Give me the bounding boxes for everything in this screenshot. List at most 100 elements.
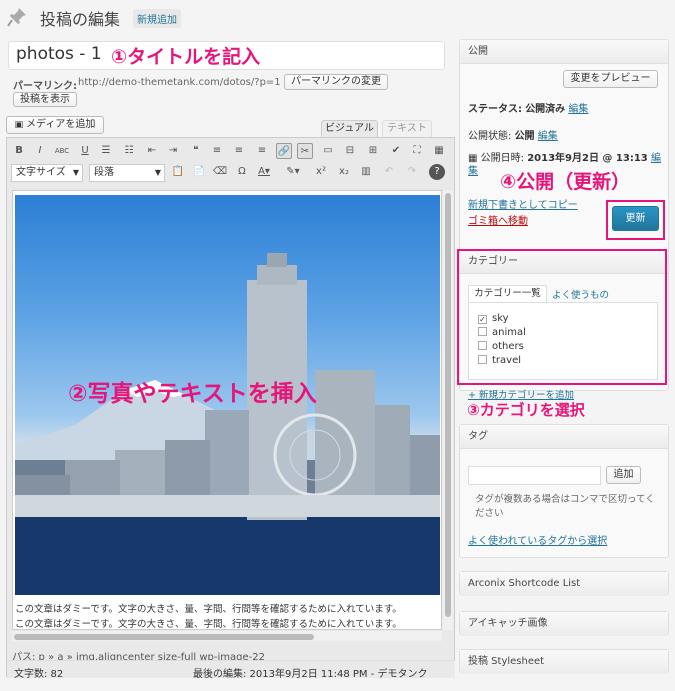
pin-icon (6, 6, 28, 28)
category-label: sky (492, 313, 509, 324)
body-line: この文章はダミーです。文字の大きさ、量、字間、行間等を確認するために入れています… (15, 619, 402, 630)
publish-heading: 公開 (460, 40, 668, 64)
checkbox-icon[interactable] (478, 327, 487, 336)
category-label: travel (492, 355, 522, 366)
fullwidth-icon[interactable]: ⊞ (365, 143, 381, 159)
align-center-icon[interactable]: ≡ (231, 143, 247, 159)
arconix-heading: Arconix Shortcode List (460, 572, 668, 596)
tab-popular-categories[interactable]: よく使うもの (552, 287, 609, 301)
stylesheet-panel[interactable]: 投稿 Stylesheet (459, 649, 669, 674)
paste-word-icon[interactable]: 📄 (191, 164, 207, 180)
category-label: others (492, 341, 524, 352)
paste-text-icon[interactable]: 📋 (170, 164, 186, 180)
numbered-list-icon[interactable]: ☷ (121, 143, 137, 159)
category-item[interactable]: travel (478, 355, 521, 366)
text-color-icon[interactable]: A▾ (256, 164, 272, 180)
fullscreen-icon[interactable]: ⛶ (409, 143, 425, 159)
media-icon: ▣ (14, 120, 27, 130)
copy-draft-link[interactable]: 新規下書きとしてコピー (468, 196, 578, 211)
featured-image-heading: アイキャッチ画像 (460, 612, 668, 636)
help-icon[interactable]: ? (429, 164, 445, 180)
tag-help-text: タグが複数ある場合はコンマで区切ってください (475, 494, 655, 519)
subscript-icon[interactable]: x₂ (336, 164, 352, 180)
permalink-url[interactable]: http://demo-themetank.com/dotos/?p=1 (78, 77, 281, 88)
checkbox-icon[interactable] (478, 355, 487, 364)
underline-icon[interactable]: U (77, 143, 93, 159)
special-char-icon[interactable]: Ω (234, 164, 250, 180)
status-label: ステータス: (468, 104, 522, 115)
strikethrough-icon[interactable]: ABC (54, 143, 70, 159)
tab-visual[interactable]: ビジュアル (321, 120, 378, 138)
unlink-icon[interactable]: ✂ (297, 143, 313, 159)
tab-text[interactable]: テキスト (382, 120, 432, 138)
featured-image-panel[interactable]: アイキャッチ画像 (459, 611, 669, 636)
emoticon-icon[interactable]: ✎▾ (285, 164, 301, 180)
visibility-value: 公開 (514, 131, 535, 142)
paragraph-select[interactable]: 段落 ▼ (89, 164, 165, 182)
status-value: 公開済み (525, 104, 566, 115)
update-button[interactable]: 更新 (612, 206, 659, 231)
visibility-label: 公開状態: (468, 131, 512, 142)
tag-heading: タグ (460, 425, 668, 449)
add-new-button[interactable]: 新規追加 (133, 9, 181, 28)
vertical-scroll-thumb[interactable] (445, 193, 451, 617)
kitchen-sink-icon[interactable]: ▦ (431, 143, 447, 159)
category-item[interactable]: others (478, 341, 524, 352)
category-item[interactable]: animal (478, 327, 526, 338)
annotation-content: ②写真やテキストを挿入 (68, 381, 317, 407)
table-icon[interactable]: ▥ (358, 164, 374, 180)
chevron-down-icon: ▼ (72, 168, 79, 177)
calendar-icon: ▦ (468, 153, 478, 164)
arconix-panel[interactable]: Arconix Shortcode List (459, 571, 669, 596)
preview-button[interactable]: 変更をプレビュー (563, 70, 658, 88)
chevron-down-icon: ▼ (154, 168, 161, 177)
tag-add-button[interactable]: 追加 (606, 466, 641, 484)
toolbar-row-1: B I ABC U ☰ ☷ ⇤ ⇥ ❝ ≡ ≡ ≡ 🔗 ✂ ▭ ⊟ ⊞ ✔ ⛶ … (11, 143, 451, 160)
last-edited: 最後の編集: 2013年9月2日 11:48 PM - デモタンク (193, 669, 428, 680)
page-title: 投稿の編集 (40, 10, 121, 29)
bold-icon[interactable]: B (11, 143, 27, 159)
tab-all-categories[interactable]: カテゴリー一覧 (468, 285, 547, 302)
body-text: この文章はダミーです。文字の大きさ、量、字間、行間等を確認するために入れています… (15, 602, 435, 632)
date-label: 公開日時: (480, 153, 525, 164)
indent-icon[interactable]: ⇥ (165, 143, 181, 159)
redo-icon[interactable]: ↷ (404, 164, 420, 180)
superscript-icon[interactable]: x² (313, 164, 329, 180)
body-line: この文章はダミーです。文字の大きさ、量、字間、行間等を確認するために入れています… (15, 604, 402, 615)
clear-format-icon[interactable]: ⌫ (212, 164, 228, 180)
view-post-button[interactable]: 投稿を表示 (13, 92, 77, 107)
horizontal-scroll-thumb[interactable] (14, 634, 314, 640)
category-label: animal (492, 327, 526, 338)
visibility-edit-link[interactable]: 編集 (538, 131, 558, 142)
annotation-publish: ④公開（更新） (500, 171, 631, 193)
align-right-icon[interactable]: ≡ (254, 143, 270, 159)
date-value: 2013年9月2日 @ 13:13 (527, 153, 648, 164)
bullet-list-icon[interactable]: ☰ (98, 143, 114, 159)
align-left-icon[interactable]: ≡ (209, 143, 225, 159)
paragraph-label: 段落 (94, 167, 114, 178)
font-size-select[interactable]: 文字サイズ ▼ (11, 164, 83, 182)
checkbox-icon[interactable] (478, 341, 487, 350)
annotation-title: ①タイトルを記入 (111, 46, 261, 68)
add-media-button[interactable]: ▣ メディアを追加 (6, 116, 104, 134)
blockquote-icon[interactable]: ❝ (188, 143, 204, 159)
trash-link[interactable]: ゴミ箱へ移動 (468, 212, 528, 227)
tag-input[interactable] (468, 466, 601, 485)
undo-icon[interactable]: ↶ (381, 164, 397, 180)
category-item[interactable]: ✓ sky (478, 313, 509, 324)
checkbox-checked-icon[interactable]: ✓ (478, 315, 487, 324)
italic-icon[interactable]: I (32, 143, 48, 159)
page-break-icon[interactable]: ⊟ (342, 143, 358, 159)
tag-popular-link[interactable]: よく使われているタグから選択 (468, 532, 607, 547)
permalink-change-button[interactable]: パーマリンクの変更 (284, 74, 388, 90)
outdent-icon[interactable]: ⇤ (144, 143, 160, 159)
permalink-label: パーマリンク: (13, 81, 77, 92)
spellcheck-icon[interactable]: ✔ (388, 143, 404, 159)
status-edit-link[interactable]: 編集 (568, 104, 588, 115)
more-tag-icon[interactable]: ▭ (320, 143, 336, 159)
font-size-label: 文字サイズ (16, 167, 66, 178)
link-icon[interactable]: 🔗 (276, 143, 292, 159)
visibility-row: 公開状態: 公開 編集 (468, 127, 558, 142)
add-media-label: メディアを追加 (26, 119, 96, 130)
word-count: 文字数: 82 (14, 669, 64, 680)
